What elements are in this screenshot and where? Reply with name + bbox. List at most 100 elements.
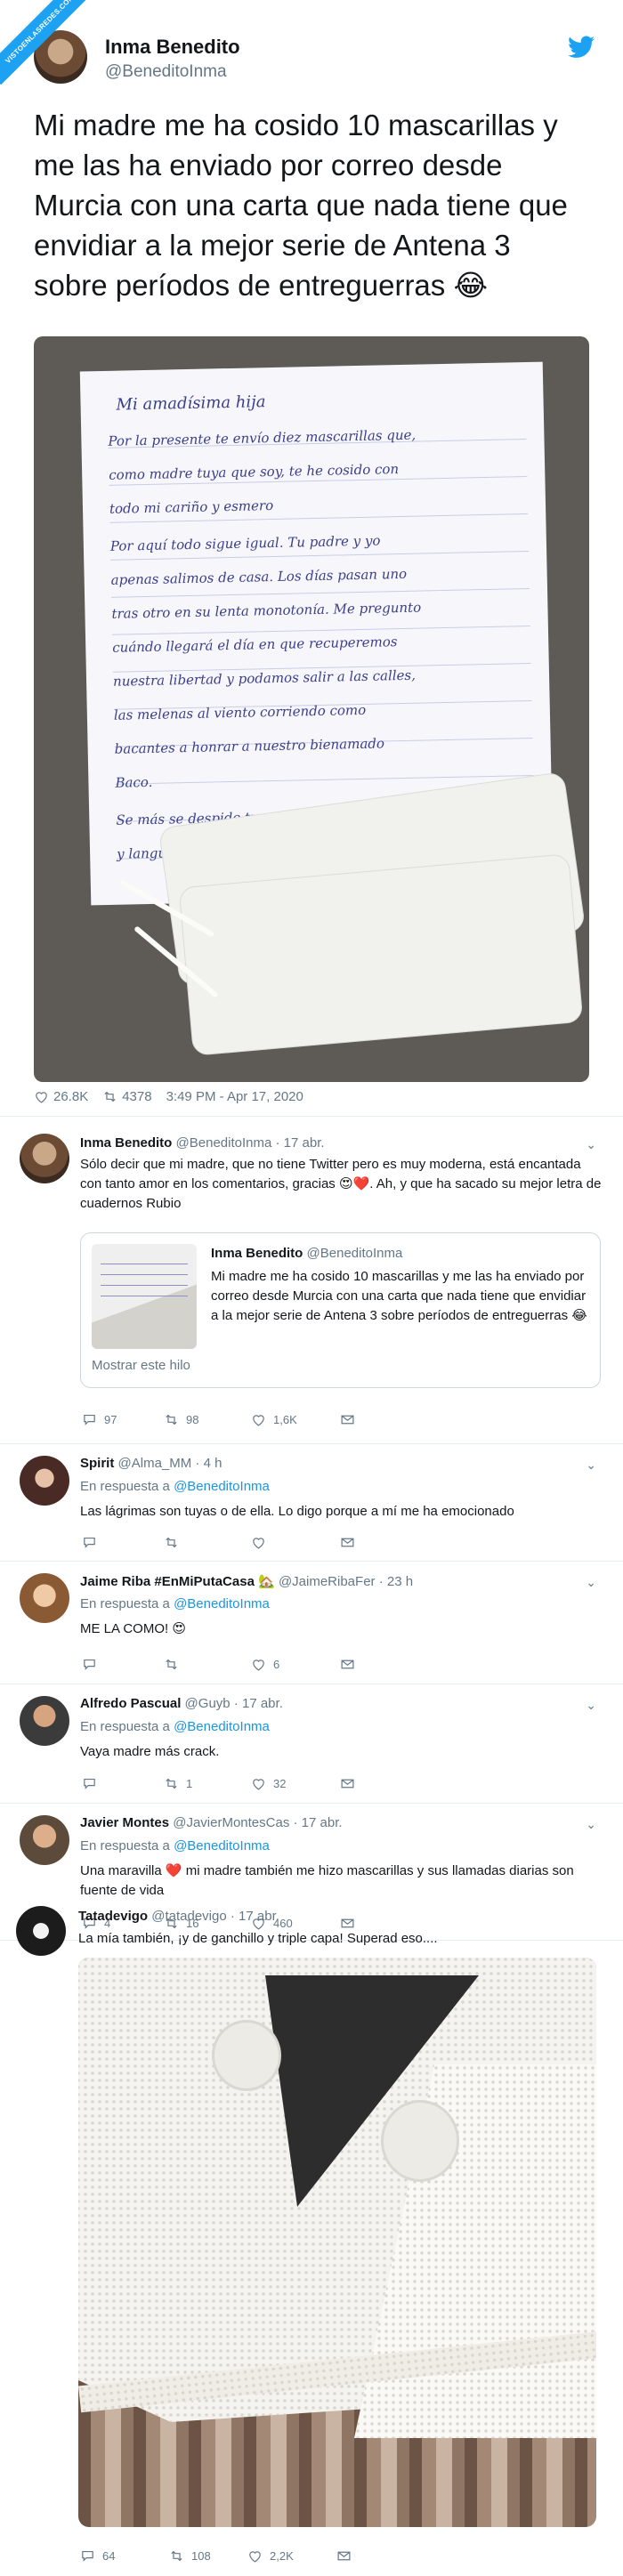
avatar[interactable] bbox=[16, 1906, 66, 1956]
retweet-icon bbox=[166, 1778, 177, 1789]
like-count-value: 26.8K bbox=[53, 1089, 89, 1104]
retweet-button[interactable]: 98 bbox=[164, 1412, 251, 1427]
reply-button[interactable] bbox=[82, 1776, 164, 1791]
reply-time[interactable]: 23 h bbox=[387, 1574, 413, 1589]
reply-author-name[interactable]: Spirit bbox=[80, 1456, 114, 1471]
reply-author-name[interactable]: Javier Montes bbox=[80, 1815, 169, 1830]
reply-header: Spirit @Alma_MM · 4 h bbox=[80, 1456, 222, 1471]
like-count: 6 bbox=[273, 1658, 280, 1671]
reply-author-handle[interactable]: @tatadevigo bbox=[151, 1909, 226, 1924]
reply-time[interactable]: 17 abr. bbox=[284, 1135, 325, 1151]
quoted-author-handle: @BeneditoInma bbox=[306, 1246, 403, 1261]
like-count: 2,2K bbox=[270, 2549, 294, 2563]
reply-author-handle[interactable]: @Guyb bbox=[185, 1696, 231, 1711]
share-button[interactable] bbox=[340, 1776, 422, 1791]
retweet-icon bbox=[171, 2550, 182, 2562]
reply-text: ME LA COMO! 😍 bbox=[80, 1621, 186, 1636]
share-button[interactable] bbox=[340, 1535, 422, 1550]
message-icon bbox=[337, 2551, 351, 2561]
in-reply-prefix: En respuesta a bbox=[80, 1838, 170, 1853]
reply-actions bbox=[82, 1535, 422, 1550]
quoted-tweet[interactable]: Inma Benedito @BeneditoInma Mi madre me … bbox=[80, 1232, 601, 1388]
reply-text: La mía también, ¡y de ganchillo y triple… bbox=[78, 1931, 438, 1946]
heart-icon bbox=[253, 1779, 264, 1790]
avatar[interactable] bbox=[20, 1696, 69, 1746]
in-reply-prefix: En respuesta a bbox=[80, 1596, 170, 1611]
reply-button[interactable] bbox=[82, 1657, 164, 1672]
tweet-timestamp[interactable]: 3:49 PM - Apr 17, 2020 bbox=[166, 1089, 303, 1104]
twitter-bird-icon[interactable] bbox=[568, 36, 595, 59]
reply-time[interactable]: 17 abr. bbox=[239, 1909, 279, 1924]
heart-icon bbox=[253, 1415, 264, 1426]
chevron-down-icon[interactable]: ⌄ bbox=[586, 1817, 596, 1832]
in-reply-link[interactable]: @BeneditoInma bbox=[174, 1479, 270, 1494]
chevron-down-icon[interactable]: ⌄ bbox=[586, 1137, 596, 1152]
in-reply-to: En respuesta a @BeneditoInma bbox=[80, 1719, 270, 1734]
reply-button[interactable] bbox=[82, 1535, 164, 1550]
reply-button[interactable]: 64 bbox=[80, 2548, 169, 2564]
author-name[interactable]: Inma Benedito bbox=[105, 36, 240, 59]
comment-icon bbox=[84, 1414, 95, 1425]
reply-author-handle[interactable]: @Alma_MM bbox=[118, 1456, 192, 1471]
retweet-icon bbox=[166, 1414, 177, 1425]
chevron-down-icon[interactable]: ⌄ bbox=[586, 1698, 596, 1713]
author-handle[interactable]: @BeneditoInma bbox=[105, 62, 227, 82]
in-reply-prefix: En respuesta a bbox=[80, 1479, 170, 1494]
avatar[interactable] bbox=[20, 1573, 69, 1623]
reply-header: Inma Benedito @BeneditoInma · 17 abr. bbox=[80, 1135, 325, 1151]
retweet-icon bbox=[104, 1091, 116, 1102]
reply-author-name[interactable]: Inma Benedito bbox=[80, 1135, 172, 1151]
crochet-mask-photo[interactable] bbox=[78, 1958, 596, 2527]
letter-line: cuándo llegará el día en que recuperemos bbox=[112, 634, 398, 656]
avatar[interactable] bbox=[20, 1815, 69, 1865]
chevron-down-icon[interactable]: ⌄ bbox=[586, 1458, 596, 1473]
like-count[interactable]: 26.8K bbox=[34, 1089, 88, 1104]
in-reply-link[interactable]: @BeneditoInma bbox=[174, 1596, 270, 1611]
show-thread-link[interactable]: Mostrar este hilo bbox=[92, 1358, 190, 1373]
reply-header: Tatadevigo @tatadevigo · 17 abr. bbox=[78, 1909, 279, 1924]
avatar[interactable] bbox=[20, 1134, 69, 1183]
chevron-down-icon[interactable]: ⌄ bbox=[586, 1575, 596, 1590]
reply-actions: 1 32 bbox=[82, 1776, 422, 1791]
comment-icon bbox=[84, 1659, 95, 1670]
face-mask bbox=[178, 853, 584, 1056]
retweet-button[interactable]: 108 bbox=[169, 2548, 247, 2564]
retweet-count: 1 bbox=[186, 1777, 193, 1790]
like-button[interactable]: 32 bbox=[251, 1776, 340, 1791]
in-reply-link[interactable]: @BeneditoInma bbox=[174, 1838, 270, 1853]
reply-author-handle[interactable]: @BeneditoInma bbox=[176, 1135, 272, 1151]
letter-line: Baco. bbox=[115, 773, 153, 791]
like-button[interactable]: 6 bbox=[251, 1657, 340, 1672]
reply-tweet: Jaime Riba #EnMiPutaCasa 🏡 @JaimeRibaFer… bbox=[0, 1561, 623, 1682]
like-button[interactable]: 1,6K bbox=[251, 1412, 340, 1427]
reply-time[interactable]: 4 h bbox=[204, 1456, 222, 1471]
reply-author-handle[interactable]: @JaimeRibaFer bbox=[279, 1574, 376, 1589]
letter-photo[interactable]: Mi amadísima hija Por la presente te env… bbox=[34, 336, 589, 1082]
like-button[interactable] bbox=[251, 1535, 340, 1550]
reply-time[interactable]: 17 abr. bbox=[242, 1696, 283, 1711]
reply-author-name[interactable]: Alfredo Pascual bbox=[80, 1696, 181, 1711]
share-button[interactable] bbox=[336, 2548, 418, 2564]
like-button[interactable]: 2,2K bbox=[247, 2548, 336, 2564]
avatar[interactable] bbox=[20, 1456, 69, 1506]
reply-author-handle[interactable]: @JavierMontesCas bbox=[173, 1815, 289, 1830]
reply-tweet: Alfredo Pascual @Guyb · 17 abr. ⌄ En res… bbox=[0, 1684, 623, 1801]
retweet-button[interactable]: 1 bbox=[164, 1776, 251, 1791]
reply-time[interactable]: 17 abr. bbox=[302, 1815, 343, 1830]
share-button[interactable] bbox=[340, 1412, 422, 1427]
reply-button[interactable]: 97 bbox=[82, 1412, 164, 1427]
main-tweet: Inma Benedito @BeneditoInma Mi madre me … bbox=[0, 0, 623, 1121]
reply-actions: 64 108 2,2K bbox=[80, 2548, 418, 2564]
heart-icon bbox=[36, 1092, 47, 1103]
reply-author-name[interactable]: Jaime Riba #EnMiPutaCasa 🏡 bbox=[80, 1574, 275, 1589]
letter-line: Mi amadísima hija bbox=[116, 392, 266, 415]
retweet-button[interactable] bbox=[164, 1535, 251, 1550]
reply-count: 64 bbox=[102, 2549, 116, 2563]
in-reply-link[interactable]: @BeneditoInma bbox=[174, 1719, 270, 1734]
share-button[interactable] bbox=[340, 1657, 422, 1672]
retweet-button[interactable] bbox=[164, 1657, 251, 1672]
message-icon bbox=[341, 1415, 354, 1425]
retweet-count[interactable]: 4378 bbox=[102, 1089, 152, 1104]
reply-author-name[interactable]: Tatadevigo bbox=[78, 1909, 148, 1924]
quoted-author-name: Inma Benedito bbox=[211, 1246, 303, 1261]
